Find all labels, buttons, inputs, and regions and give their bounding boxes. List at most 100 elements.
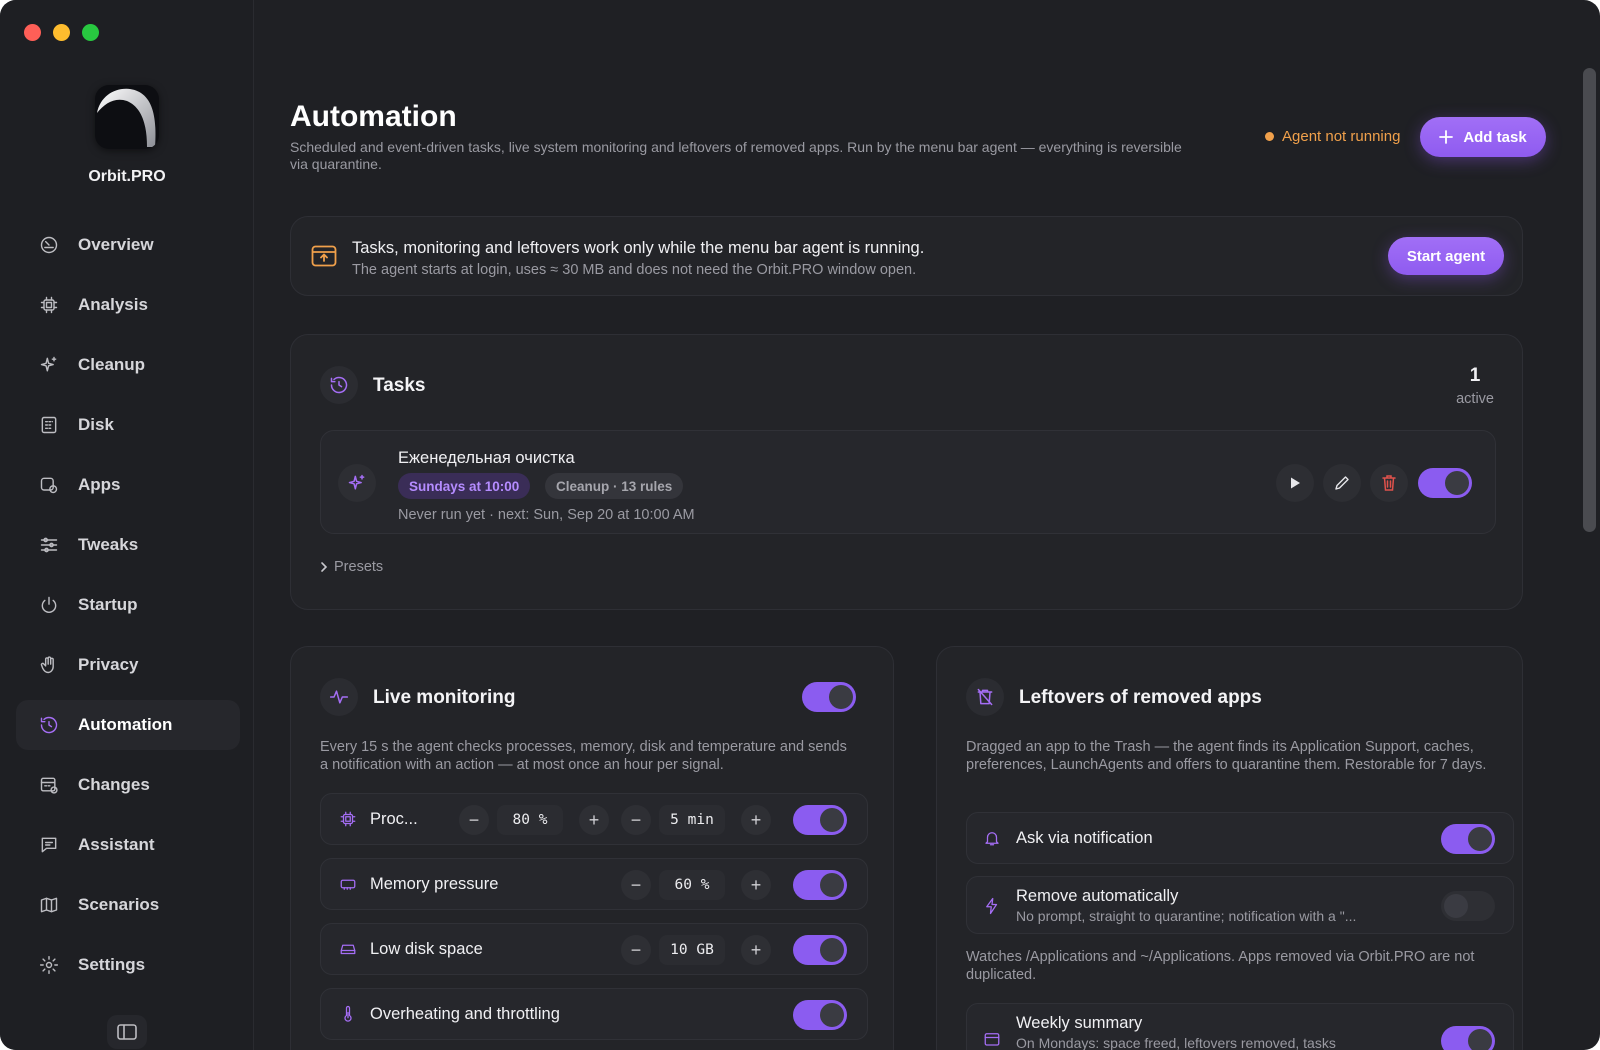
duration-value: 5 min [659,805,725,835]
hand-icon [38,654,60,676]
increase-threshold-button[interactable]: + [579,805,609,835]
leftovers-description: Dragged an app to the Trash — the agent … [966,739,1487,773]
task-schedule-chip: Sundays at 10:00 [398,473,531,499]
banner-title: Tasks, monitoring and leftovers work onl… [352,239,925,257]
sidebar-item-changes[interactable]: Changes [16,760,240,810]
monitor-toggle[interactable] [793,805,847,835]
add-task-button[interactable]: Add task [1420,117,1546,157]
sidebar-item-settings[interactable]: Settings [16,940,240,990]
leftovers-card: Leftovers of removed apps Dragged an app… [936,646,1523,1050]
monitor-toggle[interactable] [793,935,847,965]
increase-threshold-button[interactable]: + [741,935,771,965]
leftovers-icon-wrap [966,678,1004,716]
task-icon-wrap [338,464,376,502]
sparkle-icon [348,474,365,490]
sidebar-item-label: Privacy [78,655,139,674]
ask-notification-label: Ask via notification [1016,829,1153,847]
decrease-threshold-button[interactable]: − [459,805,489,835]
active-count-label: active [1456,391,1494,407]
monitor-label: Memory pressure [370,875,499,893]
apps-icon [38,474,60,496]
weekly-summary-toggle[interactable] [1441,1026,1495,1050]
sidebar-item-privacy[interactable]: Privacy [16,640,240,690]
weekly-summary-row: Weekly summary On Mondays: space freed, … [966,1003,1514,1050]
sidebar-item-disk[interactable]: Disk [16,400,240,450]
sidebar-item-label: Startup [78,595,138,614]
trash-slash-icon [977,688,993,706]
calendar-icon [38,774,60,796]
chip-icon [339,810,357,828]
sidebar-item-label: Scenarios [78,895,160,914]
zoom-window-button[interactable] [82,24,99,41]
remove-automatically-sub: No prompt, straight to quarantine; notif… [1016,908,1357,924]
sidebar-item-label: Automation [78,715,173,734]
increase-threshold-button[interactable]: + [741,870,771,900]
sidebar-item-tweaks[interactable]: Tweaks [16,520,240,570]
clock-rotate-icon [330,376,348,394]
monitoring-enabled-toggle[interactable] [802,682,856,712]
agent-banner: Tasks, monitoring and leftovers work onl… [290,216,1523,296]
sidebar-item-label: Changes [78,775,150,794]
pulse-icon [329,690,349,704]
decrease-threshold-button[interactable]: − [621,935,651,965]
tasks-icon-wrap [320,366,358,404]
start-agent-button[interactable]: Start agent [1388,237,1504,275]
presets-disclosure[interactable]: Presets [320,559,383,575]
sidebar-item-scenarios[interactable]: Scenarios [16,880,240,930]
gauge-icon [38,234,60,256]
monitor-label: Low disk space [370,940,483,958]
run-task-button[interactable] [1276,464,1314,502]
task-row[interactable]: Еженедельная очистка Sundays at 10:00 Cl… [320,430,1496,534]
sidebar-item-cleanup[interactable]: Cleanup [16,340,240,390]
minimize-window-button[interactable] [53,24,70,41]
sparkle-icon [38,354,60,376]
monitor-toggle[interactable] [793,1000,847,1030]
drive-icon [339,940,357,958]
bell-icon [983,829,1001,847]
decrease-duration-button[interactable]: − [621,805,651,835]
pencil-icon [1335,476,1349,490]
sidebar-item-label: Assistant [78,835,155,854]
sliders-icon [38,534,60,556]
delete-task-button[interactable] [1370,464,1408,502]
threshold-value: 10 GB [659,935,725,965]
threshold-value: 80 % [497,805,563,835]
monitor-row-memory: Memory pressure − 60 % + [320,858,868,910]
sidebar-item-label: Disk [78,415,114,434]
edit-task-button[interactable] [1323,464,1361,502]
close-window-button[interactable] [24,24,41,41]
decrease-threshold-button[interactable]: − [621,870,651,900]
grid-icon [38,414,60,436]
sidebar-item-apps[interactable]: Apps [16,460,240,510]
scrollbar[interactable] [1583,68,1596,532]
monitor-row-processor: Proc... − 80 % + − 5 min + [320,793,868,845]
status-dot-icon [1265,132,1274,141]
sidebar-item-label: Analysis [78,295,148,314]
remove-automatically-toggle[interactable] [1441,891,1495,921]
agent-tray-icon [311,245,337,267]
agent-status-label: Agent not running [1282,128,1401,145]
tasks-title: Tasks [373,375,426,396]
sidebar-item-overview[interactable]: Overview [16,220,240,270]
active-tasks-count: 1 active [1456,365,1494,407]
ask-notification-toggle[interactable] [1441,824,1495,854]
sidebar-item-analysis[interactable]: Analysis [16,280,240,330]
sidebar-item-label: Apps [78,475,121,494]
sidebar-icon [117,1024,137,1040]
main-content: Automation Scheduled and event-driven ta… [255,0,1600,1050]
memory-icon [339,875,357,893]
increase-duration-button[interactable]: + [741,805,771,835]
monitor-toggle[interactable] [793,870,847,900]
active-count-number: 1 [1469,365,1481,386]
sidebar-item-assistant[interactable]: Assistant [16,820,240,870]
live-monitoring-card: Live monitoring Every 15 s the agent che… [290,646,894,1050]
window-controls [24,24,99,41]
sidebar-item-startup[interactable]: Startup [16,580,240,630]
sidebar-toggle-button[interactable] [107,1015,147,1049]
page-title: Automation [290,100,457,133]
monitoring-icon-wrap [320,678,358,716]
task-enabled-toggle[interactable] [1418,468,1472,498]
sidebar-item-automation[interactable]: Automation [16,700,240,750]
clock-rotate-icon [38,714,60,736]
task-name: Еженедельная очистка [398,449,575,467]
